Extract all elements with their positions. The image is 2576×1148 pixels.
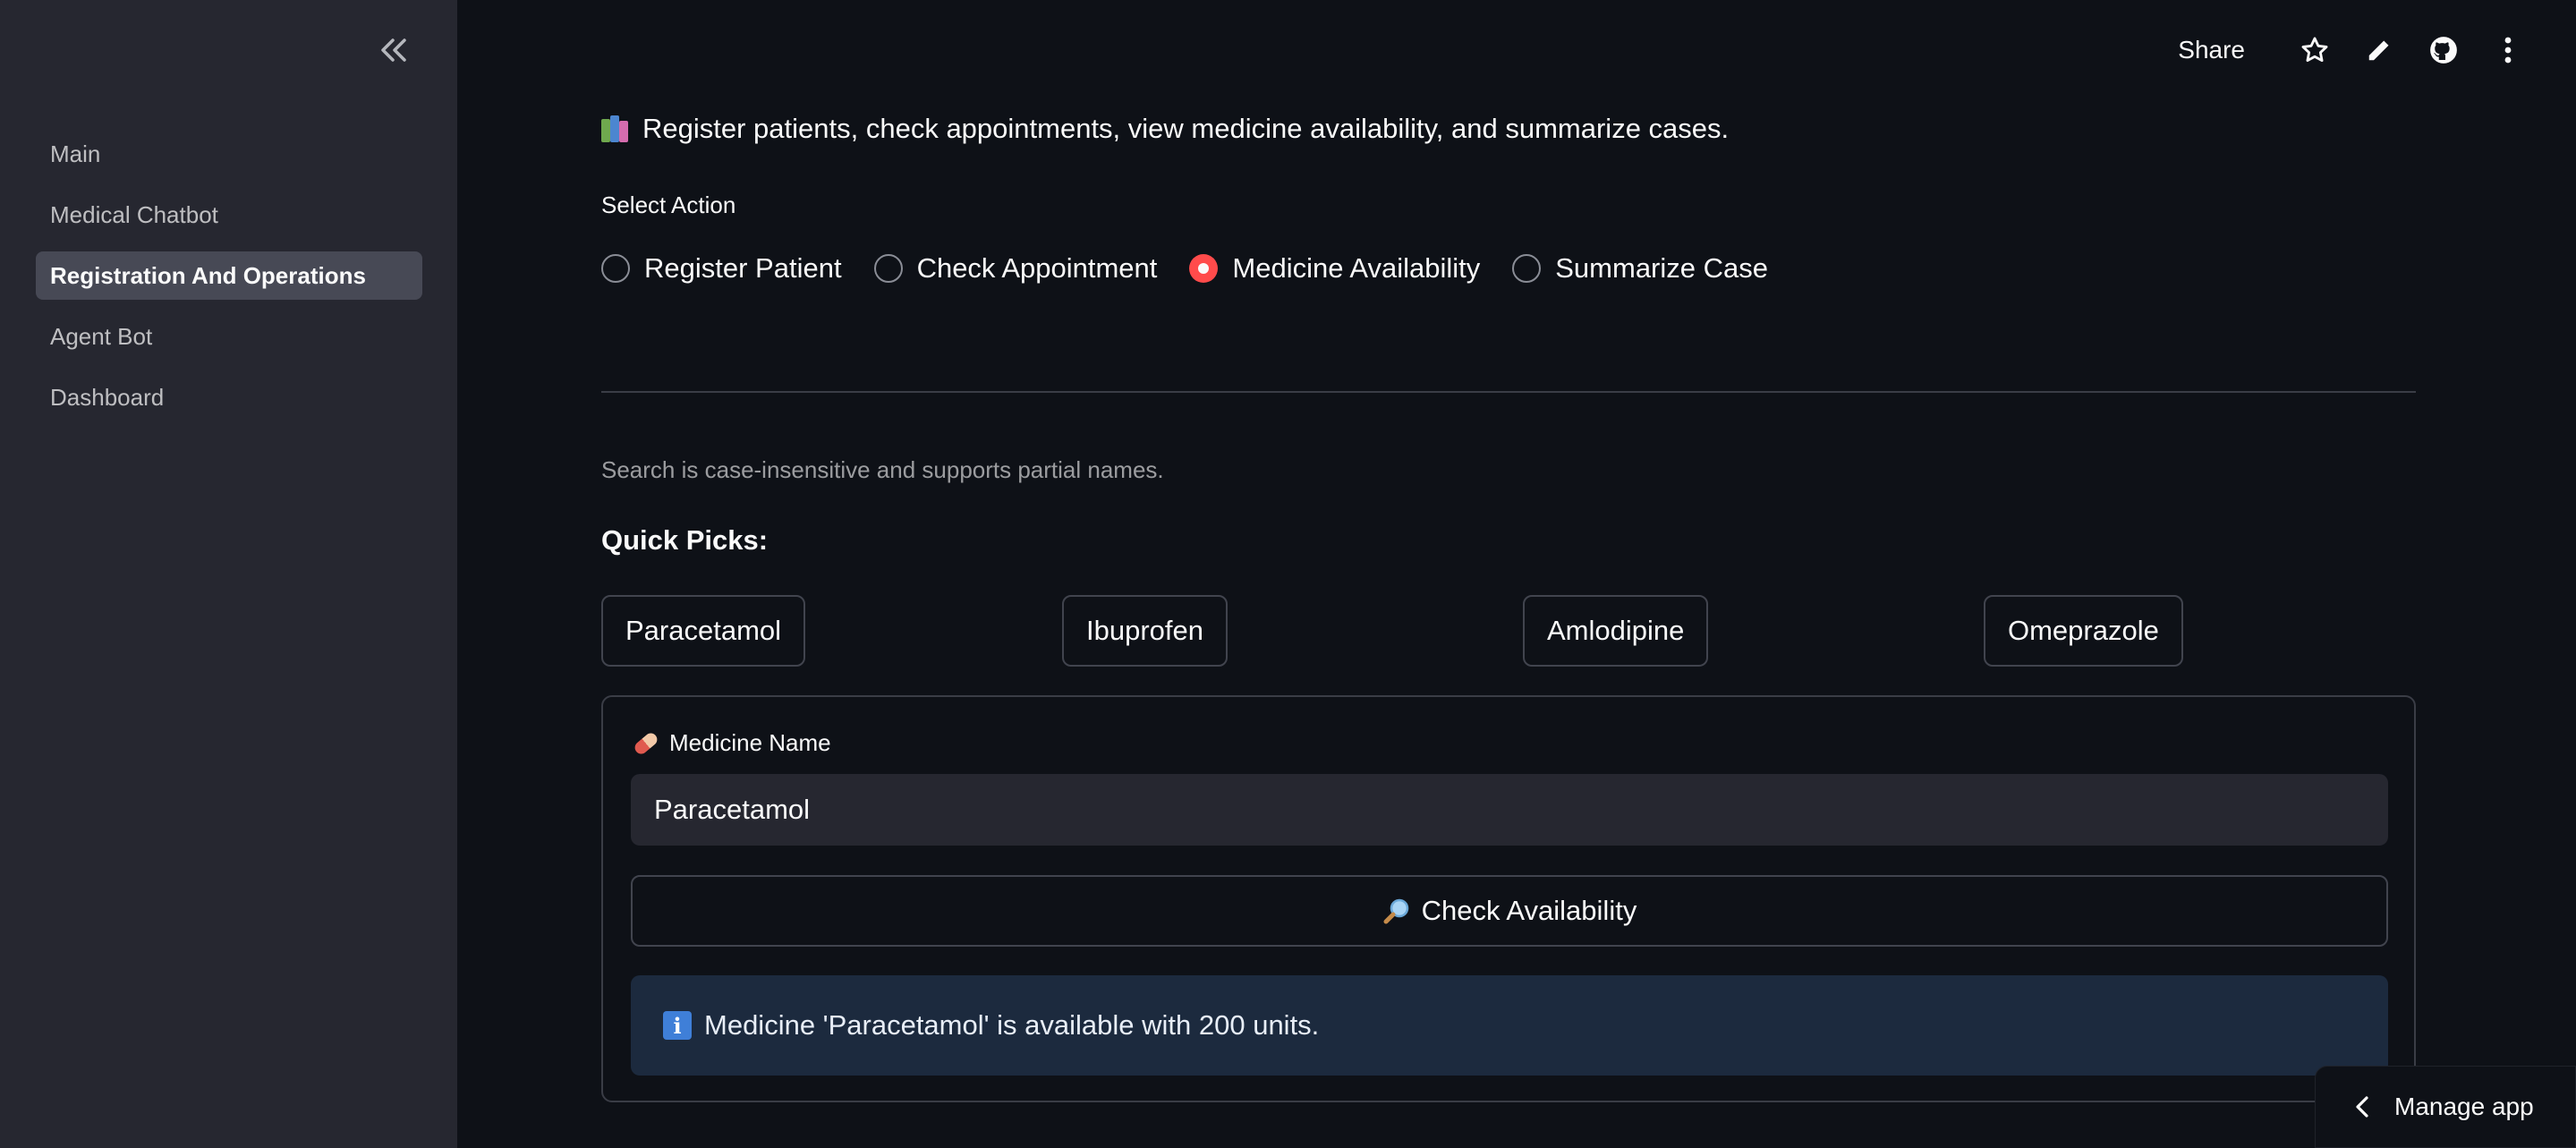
check-availability-button[interactable]: Check Availability [631, 875, 2388, 947]
edit-icon [2368, 40, 2389, 61]
quick-pick-omeprazole-button[interactable]: Omeprazole [1984, 595, 2183, 667]
sidebar-item-dashboard[interactable]: Dashboard [36, 373, 422, 421]
github-icon [2430, 37, 2457, 64]
books-icon [601, 115, 630, 142]
quick-pick-ibuprofen-button[interactable]: Ibuprofen [1062, 595, 1228, 667]
radio-check-appointment[interactable]: Check Appointment [873, 252, 1158, 285]
sidebar-item-label: Main [50, 140, 101, 167]
quick-picks-heading: Quick Picks: [601, 524, 769, 556]
sidebar-item-label: Registration And Operations [50, 261, 366, 289]
medicine-name-input[interactable] [631, 774, 2388, 846]
info-icon: i [663, 1011, 692, 1040]
manage-app-label: Manage app [2394, 1093, 2534, 1120]
availability-info-alert: i Medicine 'Paracetamol' is available wi… [631, 975, 2388, 1076]
magnifier-icon [1383, 898, 1408, 924]
star-icon [2301, 37, 2328, 63]
pill-icon [632, 730, 660, 756]
intro-label: Register patients, check appointments, v… [642, 113, 1730, 144]
sidebar-item-label: Medical Chatbot [50, 200, 218, 228]
header-toolbar: Share [2178, 23, 2540, 77]
medicine-form: Medicine Name Check Availability i Medic… [601, 695, 2416, 1102]
sidebar-nav: Main Medical Chatbot Registration And Op… [36, 130, 422, 434]
more-vert-icon [2504, 37, 2512, 64]
more-options-button[interactable] [2476, 23, 2540, 77]
medicine-name-label: Medicine Name [632, 729, 831, 757]
check-availability-label: Check Availability [1421, 895, 1637, 926]
radio-label: Check Appointment [916, 252, 1158, 284]
sidebar-item-main[interactable]: Main [36, 130, 422, 178]
intro-text: Register patients, check appointments, v… [601, 113, 1729, 145]
select-action-label: Select Action [601, 191, 736, 218]
radio-summarize-case[interactable]: Summarize Case [1512, 252, 1768, 285]
manage-app-button[interactable]: Manage app [2315, 1066, 2576, 1148]
sidebar-item-agent-bot[interactable]: Agent Bot [36, 312, 422, 361]
quick-pick-amlodipine-button[interactable]: Amlodipine [1523, 595, 1709, 667]
double-chevron-left-icon [381, 38, 406, 62]
divider [601, 391, 2416, 393]
sidebar-item-medical-chatbot[interactable]: Medical Chatbot [36, 191, 422, 239]
quick-pick-paracetamol-button[interactable]: Paracetamol [601, 595, 806, 667]
alert-message: Medicine 'Paracetamol' is available with… [704, 1009, 1320, 1041]
chevron-left-icon [2356, 1096, 2368, 1118]
app-root: Main Medical Chatbot Registration And Op… [0, 0, 2576, 1148]
field-label-text: Medicine Name [669, 729, 831, 756]
radio-label: Register Patient [644, 252, 842, 284]
radio-circle-checked[interactable] [1189, 254, 1219, 283]
edit-button[interactable] [2347, 23, 2411, 77]
collapse-sidebar-button[interactable] [370, 29, 417, 72]
sidebar-item-label: Agent Bot [50, 322, 153, 350]
radio-label: Medicine Availability [1232, 252, 1481, 284]
search-hint-caption: Search is case-insensitive and supports … [601, 456, 1164, 483]
radio-medicine-availability[interactable]: Medicine Availability [1189, 252, 1480, 285]
radio-register-patient[interactable]: Register Patient [601, 252, 842, 285]
star-button[interactable] [2283, 23, 2347, 77]
share-button[interactable]: Share [2178, 36, 2245, 64]
radio-circle[interactable] [873, 254, 903, 283]
sidebar: Main Medical Chatbot Registration And Op… [0, 0, 457, 1148]
radio-label: Summarize Case [1555, 252, 1768, 284]
sidebar-item-registration-and-operations[interactable]: Registration And Operations [36, 251, 422, 300]
radio-circle[interactable] [1512, 254, 1542, 283]
action-radio-group: Register Patient Check Appointment Medic… [601, 252, 1800, 285]
radio-circle[interactable] [601, 254, 630, 283]
sidebar-item-label: Dashboard [50, 383, 165, 411]
github-button[interactable] [2411, 23, 2476, 77]
